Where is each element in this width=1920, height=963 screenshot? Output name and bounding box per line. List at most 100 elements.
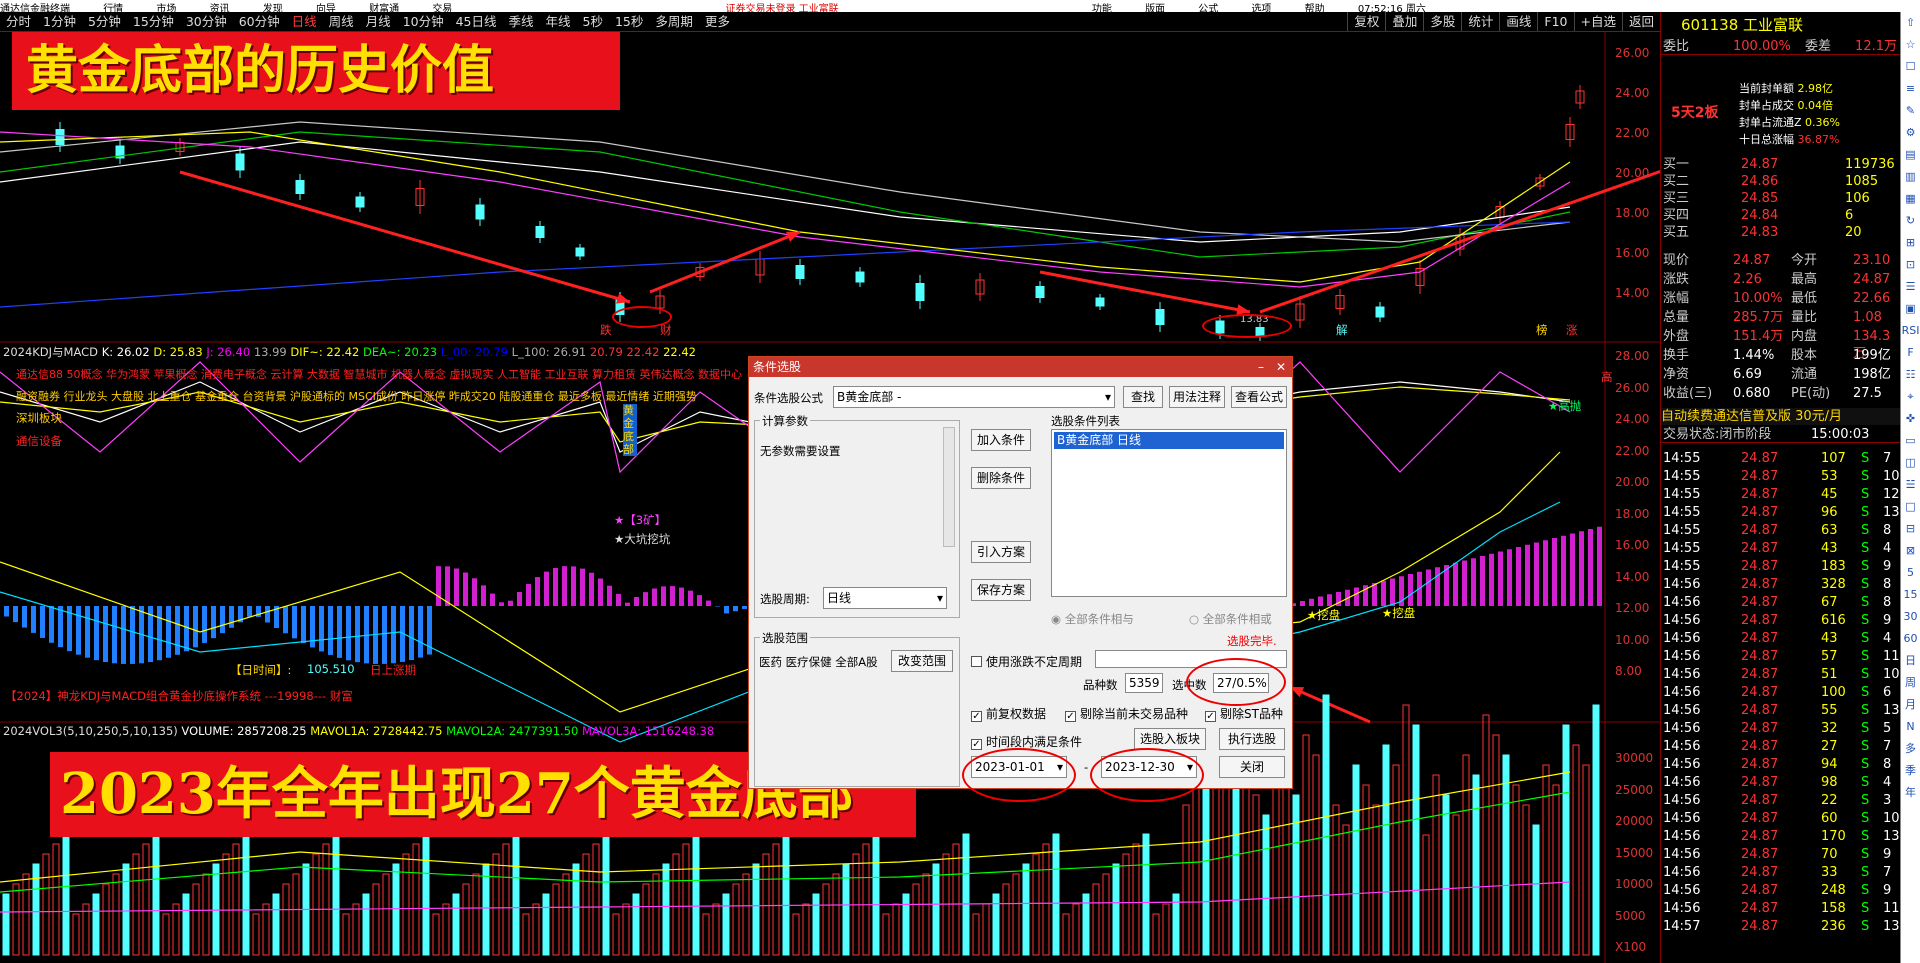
menu-help[interactable]: 帮助 xyxy=(1305,4,1325,12)
toolbar-button[interactable]: 叠加 xyxy=(1385,12,1423,31)
side-tool-icon[interactable]: F xyxy=(1901,342,1920,364)
side-tool-icon[interactable]: ☆ xyxy=(1901,34,1920,56)
condition-list-item[interactable]: B黄金底部 日线 xyxy=(1054,432,1284,449)
side-tool-icon[interactable]: ✜ xyxy=(1901,408,1920,430)
side-tool-icon[interactable]: ☰ xyxy=(1901,276,1920,298)
period-tab[interactable]: 分时 xyxy=(0,12,37,31)
variable-period-checkbox[interactable]: 使用涨跌不定周期 xyxy=(971,653,1082,670)
side-tool-icon[interactable]: 60 xyxy=(1901,628,1920,650)
side-tool-icon[interactable]: 季 xyxy=(1901,760,1920,782)
side-tool-icon[interactable]: 日 xyxy=(1901,650,1920,672)
menu-wealth[interactable]: 财富通 xyxy=(369,4,399,12)
stock-title[interactable]: 601138 工业富联 xyxy=(1661,14,1900,36)
menu-quotes[interactable]: 行情 xyxy=(103,4,123,12)
menu-trade[interactable]: 交易 xyxy=(432,4,452,12)
side-tool-icon[interactable]: ▭ xyxy=(1901,430,1920,452)
side-tool-icon[interactable]: ≡ xyxy=(1901,78,1920,100)
params-scrollbar[interactable] xyxy=(943,427,955,547)
period-tab[interactable]: 30分钟 xyxy=(180,12,233,31)
period-tab[interactable]: 周线 xyxy=(323,12,360,31)
side-tool-icon[interactable]: □ xyxy=(1901,496,1920,518)
menu-function[interactable]: 功能 xyxy=(1092,4,1112,12)
menu-options[interactable]: 选项 xyxy=(1251,4,1271,12)
side-tool-icon[interactable]: 多 xyxy=(1901,738,1920,760)
side-tool-icon[interactable]: ☱ xyxy=(1901,474,1920,496)
macd-bar xyxy=(742,606,747,609)
side-tool-icon[interactable]: N xyxy=(1901,716,1920,738)
period-tab[interactable]: 季线 xyxy=(503,12,540,31)
menu-formula[interactable]: 公式 xyxy=(1198,4,1218,12)
side-tool-icon[interactable]: ↻ xyxy=(1901,210,1920,232)
toolbar-button[interactable]: 画线 xyxy=(1499,12,1537,31)
side-tool-icon[interactable]: 年 xyxy=(1901,782,1920,804)
period-tab[interactable]: 15分钟 xyxy=(127,12,180,31)
menu-news[interactable]: 资讯 xyxy=(210,4,230,12)
period-tab[interactable]: 60分钟 xyxy=(233,12,286,31)
period-select[interactable]: 日线 ▾ xyxy=(823,587,947,609)
period-tab[interactable]: 更多 xyxy=(699,12,736,31)
change-range-button[interactable]: 改变范围 xyxy=(891,650,953,672)
side-tool-icon[interactable]: ☷ xyxy=(1901,364,1920,386)
import-plan-button[interactable]: 引入方案 xyxy=(971,541,1031,563)
period-tab[interactable]: 月线 xyxy=(360,12,397,31)
side-tool-icon[interactable]: 15 xyxy=(1901,584,1920,606)
toolbar-button[interactable]: 返回 xyxy=(1621,12,1660,31)
period-tab[interactable]: 年线 xyxy=(540,12,577,31)
menu-guide[interactable]: 向导 xyxy=(316,4,336,12)
minimize-icon[interactable]: – xyxy=(1258,357,1264,377)
side-tool-icon[interactable]: ⊟ xyxy=(1901,518,1920,540)
side-tool-icon[interactable]: ⊡ xyxy=(1901,254,1920,276)
radio-and[interactable]: ◉ 全部条件相与 xyxy=(1051,611,1134,627)
side-tool-icon[interactable]: 月 xyxy=(1901,694,1920,716)
side-tool-icon[interactable]: ⚙ xyxy=(1901,122,1920,144)
side-tool-icon[interactable]: ▥ xyxy=(1901,166,1920,188)
delete-condition-button[interactable]: 删除条件 xyxy=(971,467,1031,489)
period-tab[interactable]: 1分钟 xyxy=(37,12,82,31)
side-tool-icon[interactable]: ✎ xyxy=(1901,100,1920,122)
usage-button[interactable]: 用法注释 xyxy=(1169,386,1225,408)
side-tool-icon[interactable]: 周 xyxy=(1901,672,1920,694)
menu-discover[interactable]: 发现 xyxy=(263,4,283,12)
period-tab[interactable]: 10分钟 xyxy=(397,12,450,31)
exclude-st-checkbox[interactable]: ✓ 剔除ST品种 xyxy=(1205,705,1283,722)
side-tool-icon[interactable]: ⊠ xyxy=(1901,540,1920,562)
close-button[interactable]: 关闭 xyxy=(1219,756,1285,778)
toolbar-button[interactable]: 复权 xyxy=(1347,12,1385,31)
menu-market[interactable]: 市场 xyxy=(156,4,176,12)
condition-list[interactable]: B黄金底部 日线 xyxy=(1051,429,1287,597)
side-tool-icon[interactable]: ⌖ xyxy=(1901,386,1920,408)
toolbar-button[interactable]: F10 xyxy=(1537,12,1573,31)
formula-select[interactable]: B黄金底部 - ▾ xyxy=(833,386,1115,408)
radio-or[interactable]: ○ 全部条件相或 xyxy=(1189,611,1272,627)
side-tool-icon[interactable]: ⇧ xyxy=(1901,12,1920,34)
side-tool-icon[interactable]: 30 xyxy=(1901,606,1920,628)
add-to-block-button[interactable]: 选股入板块 xyxy=(1134,728,1206,750)
side-tool-icon[interactable]: ▤ xyxy=(1901,144,1920,166)
side-tool-icon[interactable]: ▦ xyxy=(1901,188,1920,210)
period-tab[interactable]: 5分钟 xyxy=(82,12,127,31)
save-plan-button[interactable]: 保存方案 xyxy=(971,579,1031,601)
view-formula-button[interactable]: 查看公式 xyxy=(1231,386,1287,408)
period-tab[interactable]: 15秒 xyxy=(609,12,649,31)
exclude-untraded-checkbox[interactable]: ✓ 剔除当前未交易品种 xyxy=(1065,705,1188,722)
query-button[interactable]: 查找 xyxy=(1123,386,1163,408)
side-tool-icon[interactable]: ⊞ xyxy=(1901,232,1920,254)
side-tool-icon[interactable]: 5 xyxy=(1901,562,1920,584)
forward-adjust-checkbox[interactable]: ✓ 前复权数据 xyxy=(971,705,1046,722)
period-tab[interactable]: 多周期 xyxy=(649,12,699,31)
toolbar-button[interactable]: +自选 xyxy=(1573,12,1622,31)
close-icon[interactable]: ✕ xyxy=(1276,357,1286,377)
promo-ad[interactable]: 自动续费通达信普及版 30元/月 xyxy=(1661,408,1900,425)
side-tool-icon[interactable]: ☐ xyxy=(1901,56,1920,78)
period-tab[interactable]: 45日线 xyxy=(450,12,503,31)
toolbar-button[interactable]: 统计 xyxy=(1461,12,1499,31)
period-tab[interactable]: 日线 xyxy=(286,12,323,31)
menu-layout[interactable]: 版面 xyxy=(1145,4,1165,12)
add-condition-button[interactable]: 加入条件 xyxy=(971,429,1031,451)
execute-selection-button[interactable]: 执行选股 xyxy=(1219,728,1285,750)
toolbar-button[interactable]: 多股 xyxy=(1423,12,1461,31)
side-tool-icon[interactable]: ▣ xyxy=(1901,298,1920,320)
side-tool-icon[interactable]: ◫ xyxy=(1901,452,1920,474)
side-tool-icon[interactable]: RSI xyxy=(1901,320,1920,342)
period-tab[interactable]: 5秒 xyxy=(577,12,609,31)
